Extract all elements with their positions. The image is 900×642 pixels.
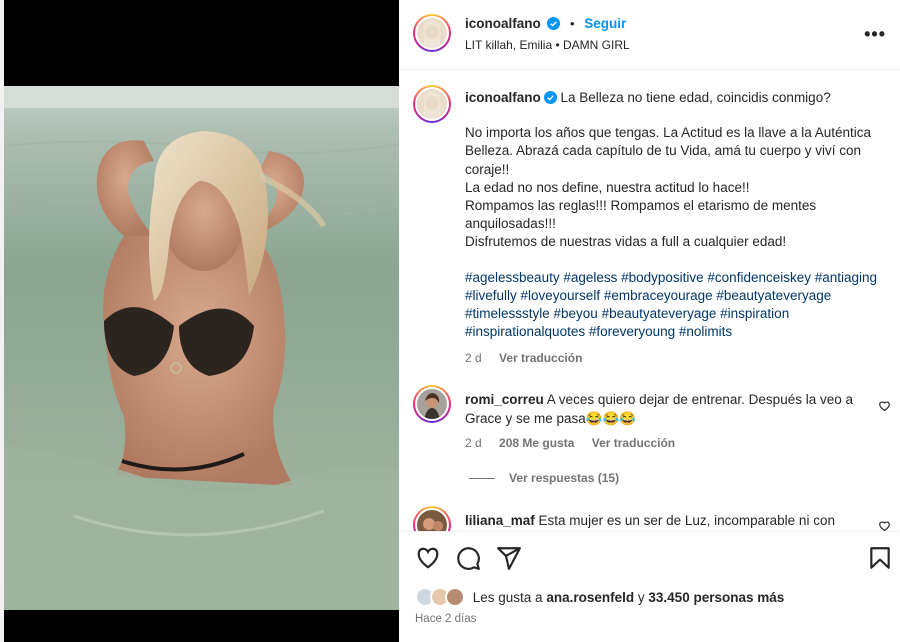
comment-age: 2 d — [465, 436, 482, 450]
caption-translate-link[interactable]: Ver traducción — [499, 351, 582, 365]
comment-icon[interactable] — [455, 545, 481, 571]
caption-paragraph: Disfrutemos de nuestras vidas a full a c… — [465, 234, 787, 250]
likes-summary: Les gusta a ana.rosenfeld y 33.450 perso… — [415, 587, 784, 607]
likes-count[interactable]: 33.450 personas más — [648, 590, 784, 605]
media-panel — [0, 0, 399, 642]
comment-username[interactable]: romi_correu — [465, 392, 544, 407]
share-send-icon[interactable] — [496, 545, 522, 571]
comment-username[interactable]: liliana_maf — [465, 513, 535, 528]
caption-paragraph: La edad no nos define, nuestra actitud l… — [465, 179, 750, 195]
save-bookmark-icon[interactable] — [867, 545, 893, 571]
caption-age: 2 d — [465, 351, 482, 365]
verified-icon — [543, 91, 557, 104]
more-options-icon[interactable]: ••• — [864, 24, 886, 45]
caption-paragraph: No importa los años que tengas. La Actit… — [465, 125, 872, 177]
comment-like-icon[interactable] — [878, 519, 891, 531]
caption-title: La Belleza no tiene edad, coincidis conm… — [560, 90, 831, 105]
view-replies-label: Ver respuestas (15) — [509, 471, 620, 485]
like-heart-icon[interactable] — [415, 545, 441, 571]
replies-divider — [469, 478, 495, 480]
comments-section: iconoalfano La Belleza no tiene edad, co… — [399, 71, 900, 531]
commenter-avatar[interactable] — [413, 385, 451, 423]
follow-button[interactable]: Seguir — [584, 16, 626, 31]
caption-text: iconoalfano La Belleza no tiene edad, co… — [465, 89, 885, 341]
likes-prefix: Les gusta a — [472, 590, 543, 605]
view-replies-button[interactable]: Ver respuestas (15) — [469, 471, 619, 485]
comment-translate-link[interactable]: Ver traducción — [592, 436, 675, 450]
separator-dot: • — [570, 16, 575, 31]
comment-likes[interactable]: 208 Me gusta — [499, 436, 574, 450]
comment-meta: 2 d 208 Me gusta Ver traducción — [465, 436, 689, 450]
verified-icon — [547, 17, 561, 30]
caption-username[interactable]: iconoalfano — [465, 90, 541, 105]
caption-meta: 2 d Ver traducción — [465, 351, 596, 365]
comment-text: liliana_maf Esta mujer es un ser de Luz,… — [465, 512, 865, 531]
likes-connector: y — [637, 590, 645, 605]
post-timestamp[interactable]: Hace 2 días — [415, 613, 476, 625]
caption-paragraph: Rompamos las reglas!!! Rompamos el etari… — [465, 198, 817, 232]
audio-track[interactable]: LIT killah, Emilia • DAMN GIRL — [465, 38, 630, 52]
comment-text: romi_correu A veces quiero dejar de entr… — [465, 391, 865, 428]
post-sidebar: iconoalfano • Seguir LIT killah, Emilia … — [399, 0, 900, 642]
instagram-post-view: iconoalfano • Seguir LIT killah, Emilia … — [0, 0, 900, 642]
caption-avatar[interactable] — [413, 85, 451, 123]
commenter-avatar[interactable] — [413, 506, 451, 531]
caption-hashtags[interactable]: #agelessbeauty #ageless #bodypositive #c… — [465, 269, 885, 342]
author-username[interactable]: iconoalfano — [465, 16, 541, 31]
post-photo[interactable] — [4, 86, 399, 610]
liker-avatars — [415, 587, 467, 607]
liker-avatar — [445, 587, 465, 607]
comment-like-icon[interactable] — [878, 399, 891, 412]
likes-user[interactable]: ana.rosenfeld — [546, 590, 634, 605]
post-header: iconoalfano • Seguir LIT killah, Emilia … — [399, 0, 900, 70]
author-line: iconoalfano • Seguir — [465, 16, 626, 31]
post-actions: Les gusta a ana.rosenfeld y 33.450 perso… — [399, 531, 900, 642]
author-avatar[interactable] — [413, 14, 451, 52]
